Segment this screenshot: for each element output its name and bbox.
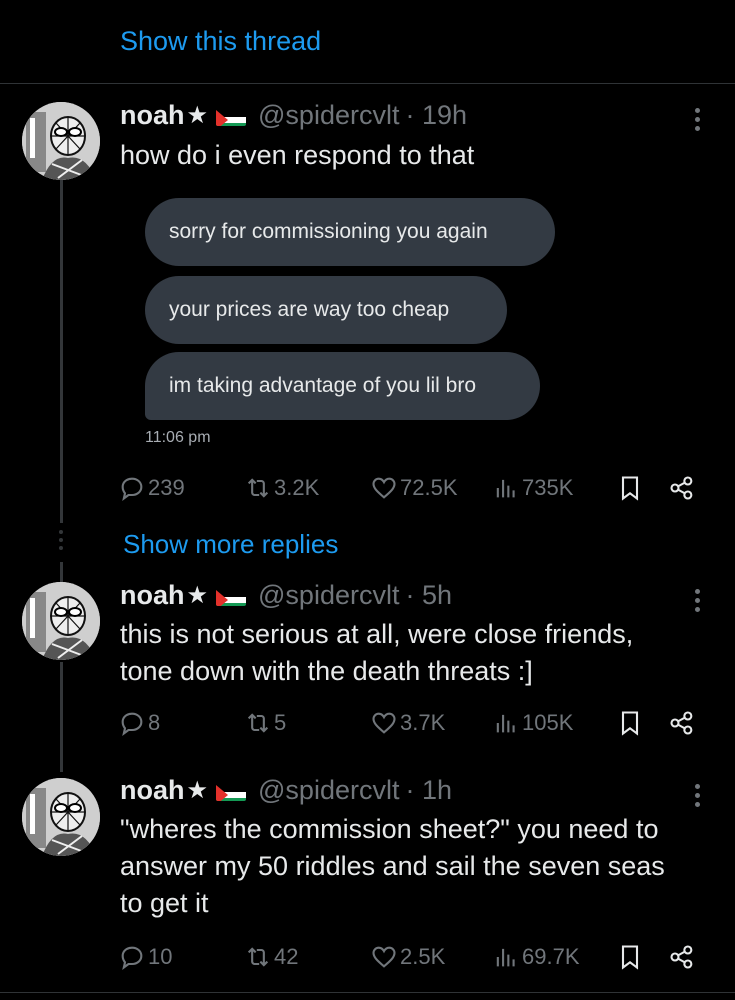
avatar[interactable] <box>22 582 100 660</box>
heart-icon <box>372 946 396 968</box>
chat-bubble: sorry for commissioning you again <box>145 198 555 266</box>
post-time: · 19h <box>405 100 468 130</box>
like-count: 2.5K <box>400 944 446 969</box>
bookmark-icon <box>621 711 639 736</box>
reply-button[interactable]: 239 <box>118 471 185 505</box>
star-icon: ★ <box>186 582 209 609</box>
post-actions: 239 3.2K 72.5K 735K <box>118 471 703 505</box>
spiderman-avatar-image <box>22 102 100 180</box>
thread-line <box>60 178 63 523</box>
repost-button[interactable]: 3.2K <box>244 471 319 505</box>
thread-line <box>60 562 63 582</box>
post-text-line: tone down with the death threats :] <box>120 656 533 686</box>
repost-count: 5 <box>274 710 287 735</box>
thread-dots <box>58 526 64 554</box>
post-actions: 10 42 2.5K 69.7K <box>118 940 703 974</box>
share-button[interactable] <box>668 471 698 505</box>
share-icon <box>670 945 693 969</box>
show-more-replies-link[interactable]: Show more replies <box>123 529 338 560</box>
more-options-icon[interactable] <box>690 585 704 616</box>
thread-line <box>60 662 63 772</box>
like-count: 72.5K <box>400 475 458 500</box>
view-count: 735K <box>522 475 574 500</box>
repost-count: 42 <box>274 944 299 969</box>
post-actions: 8 5 3.7K 105K <box>118 706 703 740</box>
post-time: · 5h <box>405 580 452 610</box>
post-time: · 1h <box>405 775 452 805</box>
views-chart-icon <box>496 479 515 498</box>
views-chart-icon <box>496 714 515 733</box>
views-button[interactable]: 735K <box>492 471 573 505</box>
divider <box>0 83 735 84</box>
spiderman-avatar-image <box>22 582 100 660</box>
star-icon: ★ <box>186 102 209 129</box>
reply-icon <box>121 712 143 737</box>
reply-count: 8 <box>148 710 161 735</box>
palestine-flag-icon <box>216 106 247 126</box>
repost-icon <box>247 713 269 733</box>
like-button[interactable]: 2.5K <box>370 940 445 974</box>
repost-count: 3.2K <box>274 475 320 500</box>
display-name[interactable]: noah <box>120 775 185 806</box>
user-handle[interactable]: @spidercvlt <box>258 775 399 806</box>
palestine-flag-icon <box>216 781 247 801</box>
share-icon <box>670 476 693 500</box>
reply-icon <box>121 946 143 971</box>
share-button[interactable] <box>668 940 698 974</box>
view-count: 105K <box>522 710 574 735</box>
bookmark-icon <box>621 476 639 501</box>
view-count: 69.7K <box>522 944 580 969</box>
like-count: 3.7K <box>400 710 446 735</box>
spiderman-avatar-image <box>22 778 100 856</box>
views-button[interactable]: 105K <box>492 706 573 740</box>
views-chart-icon <box>496 948 515 967</box>
bookmark-icon <box>621 945 639 970</box>
reply-button[interactable]: 10 <box>118 940 172 974</box>
repost-button[interactable]: 5 <box>244 706 286 740</box>
bookmark-button[interactable] <box>616 471 646 505</box>
post-text-line: answer my 50 riddles and sail the seven … <box>120 851 665 881</box>
views-button[interactable]: 69.7K <box>492 940 580 974</box>
repost-icon <box>247 478 269 498</box>
heart-icon <box>372 712 396 734</box>
divider <box>0 992 735 993</box>
post-text-line: this is not serious at all, were close f… <box>120 619 634 649</box>
share-button[interactable] <box>668 706 698 740</box>
show-this-thread-link[interactable]: Show this thread <box>120 26 321 57</box>
reply-button[interactable]: 8 <box>118 706 160 740</box>
star-icon: ★ <box>186 777 209 804</box>
user-handle[interactable]: @spidercvlt <box>258 580 399 611</box>
avatar[interactable] <box>22 778 100 856</box>
heart-icon <box>372 477 396 499</box>
more-options-icon[interactable] <box>690 104 704 135</box>
reply-count: 239 <box>148 475 185 500</box>
palestine-flag-icon <box>216 586 247 606</box>
chat-timestamp: 11:06 pm <box>145 429 211 446</box>
post-text-line: "wheres the commission sheet?" you need … <box>120 814 659 844</box>
repost-button[interactable]: 42 <box>244 940 298 974</box>
avatar[interactable] <box>22 102 100 180</box>
bookmark-button[interactable] <box>616 940 646 974</box>
reply-count: 10 <box>148 944 173 969</box>
display-name[interactable]: noah <box>120 100 185 131</box>
post-text-line: to get it <box>120 888 209 918</box>
chat-bubble: im taking advantage of you lil bro <box>145 352 540 420</box>
display-name[interactable]: noah <box>120 580 185 611</box>
like-button[interactable]: 3.7K <box>370 706 445 740</box>
share-icon <box>670 711 693 735</box>
bookmark-button[interactable] <box>616 706 646 740</box>
post-text: this is not serious at all, were close f… <box>120 616 720 690</box>
more-options-icon[interactable] <box>690 780 704 811</box>
user-handle[interactable]: @spidercvlt <box>258 100 399 131</box>
post-text: "wheres the commission sheet?" you need … <box>120 811 720 922</box>
post-text: how do i even respond to that <box>120 140 475 170</box>
like-button[interactable]: 72.5K <box>370 471 458 505</box>
chat-bubble: your prices are way too cheap <box>145 276 507 344</box>
reply-icon <box>121 477 143 502</box>
repost-icon <box>247 947 269 967</box>
